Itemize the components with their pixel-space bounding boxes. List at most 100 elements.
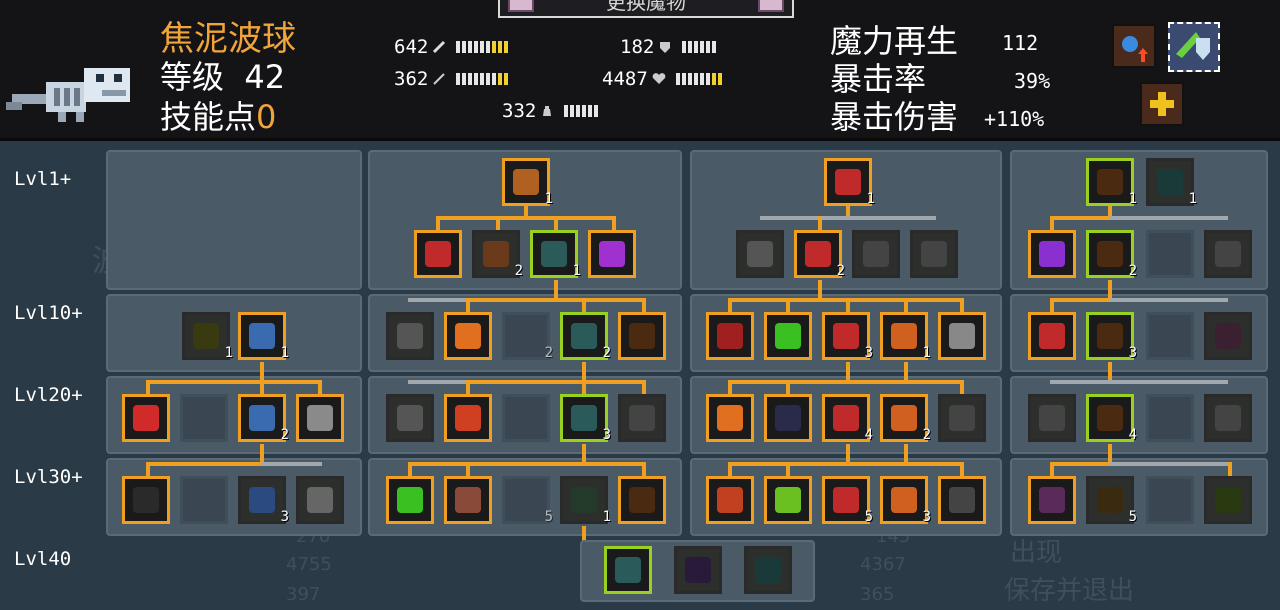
claw-icon (805, 241, 831, 267)
level-label-30: Lvl30+ (14, 466, 83, 488)
skill-tree-screen: 波球 270 4755 397 145 4367 365 出现 保存并退出 更换… (0, 0, 1280, 610)
skill-node-lvl40-mud[interactable] (604, 546, 652, 594)
skill-node-hourglass[interactable] (706, 394, 754, 442)
skill-node-locked-3[interactable]: 5 (502, 476, 553, 525)
heart-icon (1215, 405, 1241, 431)
skill-node-wand-gray[interactable] (1028, 394, 1076, 442)
skill-node-ram-2[interactable] (296, 476, 344, 524)
skill-node-defense[interactable] (386, 312, 434, 360)
skill-node-mud-fire[interactable]: 1 (1086, 158, 1137, 207)
scroll-icon (949, 323, 975, 349)
skill-node-lightning[interactable]: 1 (182, 312, 233, 361)
tree-connector (786, 380, 790, 394)
skill-node-mud-balls-4[interactable]: 1 (560, 476, 611, 525)
skill-node-cooldown[interactable] (938, 394, 986, 442)
skill-node-scroll[interactable] (938, 312, 986, 360)
skill-node-fire-paw[interactable] (414, 230, 462, 278)
skill-node-heart-gray-3[interactable] (736, 230, 784, 278)
skill-node-mud-fire-5[interactable]: 5 (1086, 476, 1137, 525)
skill-node-target-wand[interactable] (618, 476, 666, 524)
red-heart-icon (133, 405, 159, 431)
skill-node-mud-balls[interactable]: 1 (530, 230, 581, 279)
tree-connector (1050, 380, 1228, 384)
spark-charm-slot[interactable] (1140, 82, 1184, 126)
skill-node-blue-rune-3[interactable]: 3 (238, 476, 289, 525)
skill-node-heart-green[interactable] (386, 476, 434, 524)
skill-node-claw-4[interactable]: 4 (822, 394, 873, 443)
pet-sprite-icon (6, 68, 130, 122)
skill-node-ghost[interactable] (444, 476, 492, 524)
skill-node-lightning-locked-2[interactable] (180, 476, 228, 524)
skill-node-stars[interactable] (764, 394, 812, 442)
skill-node-red-orbs[interactable] (1028, 476, 1076, 524)
tree-connector (146, 462, 150, 476)
skill-node-sword[interactable] (852, 230, 900, 278)
skill-node-mud-balls-2[interactable]: 2 (560, 312, 611, 361)
tree-connector (1050, 216, 1112, 220)
skill-node-target[interactable] (618, 312, 666, 360)
skill-node-claw[interactable]: 1 (824, 158, 875, 207)
skill-node-blue-rune-2[interactable]: 2 (238, 394, 289, 443)
skill-rank-count: 2 (280, 427, 289, 443)
skill-node-fire-claw-3[interactable]: 3 (880, 476, 931, 525)
skill-node-lvl40-poison[interactable] (674, 546, 722, 594)
skill-node-weight[interactable] (938, 476, 986, 524)
skill-node-shield-c4[interactable] (1204, 230, 1252, 278)
skill-node-burst[interactable] (444, 312, 492, 360)
skill-node-ram[interactable] (296, 394, 344, 442)
skill-node-locked[interactable]: 2 (502, 312, 553, 361)
skill-node-wand-stars[interactable] (618, 394, 666, 442)
skill-node-claw-2[interactable]: 2 (794, 230, 845, 279)
skill-rank-count: 2 (514, 263, 523, 279)
skill-node-green-chain[interactable] (1204, 476, 1252, 524)
wand-icon (433, 73, 446, 85)
skill-node-locked-c4c[interactable] (1146, 394, 1194, 442)
skill-node-lightning-locked[interactable] (180, 394, 228, 442)
skill-node-green-hourglass[interactable] (764, 476, 812, 524)
skill-node-ring[interactable] (1204, 312, 1252, 360)
skill-node-fire-claw-2[interactable]: 2 (880, 394, 931, 443)
skill-node-target-cyan[interactable]: 1 (1146, 158, 1197, 207)
skill-node-heart-gray[interactable] (386, 394, 434, 442)
tree-connector (728, 380, 964, 384)
skill-node-claw-5[interactable]: 5 (822, 476, 873, 525)
equipped-charm-slot[interactable] (1168, 22, 1220, 72)
skill-node-mud-fire-3[interactable]: 3 (1086, 312, 1137, 361)
skill-node-green-heart-2[interactable] (764, 312, 812, 360)
tree-connector (642, 298, 646, 312)
blue-rune-icon (249, 405, 275, 431)
skill-node-fire-paw-2[interactable] (1028, 312, 1076, 360)
skill-node-explosion[interactable] (444, 394, 492, 442)
change-pet-tab[interactable]: 更换魔物 (498, 0, 794, 18)
skill-node-purple-flame[interactable] (1028, 230, 1076, 278)
skill-node-meat-2[interactable]: 2 (472, 230, 523, 279)
skill-node-locked-2[interactable] (502, 394, 550, 442)
skill-node-crit-2[interactable] (910, 230, 958, 278)
skill-node-red-dots[interactable] (706, 312, 754, 360)
skill-node-lvl40-cyan[interactable] (744, 546, 792, 594)
skill-node-locked-c4b[interactable] (1146, 312, 1194, 360)
skill-node-red-heart[interactable] (122, 394, 170, 442)
skill-rank-count: 4 (1128, 427, 1137, 443)
skill-node-blue-rune[interactable]: 1 (238, 312, 289, 361)
skill-node-claw-3[interactable]: 3 (822, 312, 873, 361)
mana-potion-slot[interactable] (1112, 24, 1156, 68)
skill-node-heart-c4[interactable] (1204, 394, 1252, 442)
tree-connector (146, 462, 264, 466)
skill-node-crit[interactable] (122, 476, 170, 524)
shield-icon (1215, 241, 1241, 267)
shield-icon (397, 323, 423, 349)
crit-rate-label: 暴击率 (830, 60, 927, 98)
skill-node-mud-balls-3[interactable]: 3 (560, 394, 611, 443)
crit-icon (921, 241, 947, 267)
green-chain-icon (1215, 487, 1241, 513)
skill-node-claw-hourglass[interactable] (706, 476, 754, 524)
skill-node-locked-c4[interactable] (1146, 230, 1194, 278)
skill-node-mud-fire-2[interactable]: 2 (1086, 230, 1137, 279)
skill-node-fire-claw[interactable]: 1 (880, 312, 931, 361)
ring-icon (1215, 323, 1241, 349)
skill-node-locked-c4d[interactable] (1146, 476, 1194, 524)
skill-node-mud-fire-4[interactable]: 4 (1086, 394, 1137, 443)
skill-node-meat[interactable]: 1 (502, 158, 553, 207)
skill-node-heart[interactable] (588, 230, 636, 278)
